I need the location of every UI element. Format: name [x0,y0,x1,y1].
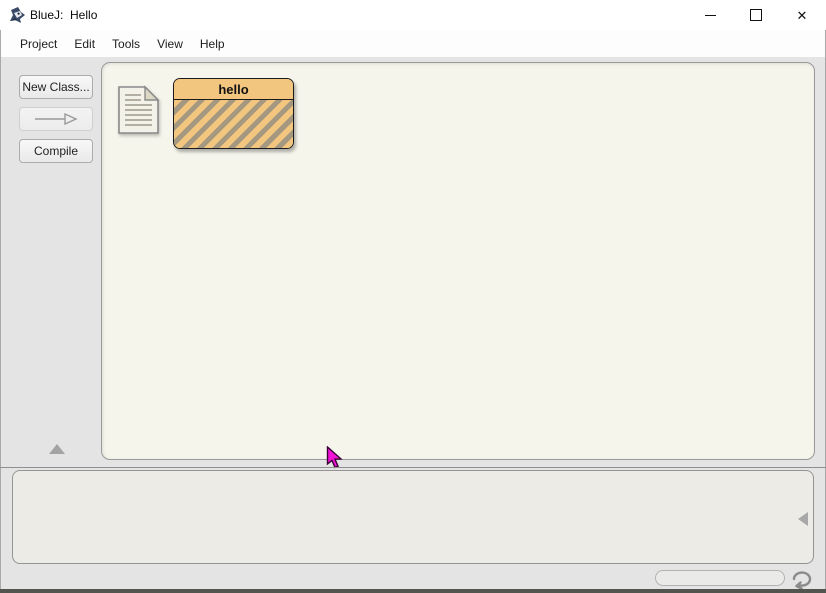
maximize-icon [750,9,762,21]
window-bottom-edge [0,589,826,593]
menu-item-tools[interactable]: Tools [104,32,148,56]
object-bench[interactable] [12,470,814,564]
maximize-button[interactable] [739,0,773,30]
readme-icon[interactable] [117,85,161,135]
panel-divider [0,467,826,468]
vm-reset-icon[interactable] [788,567,814,591]
minimize-button[interactable] [693,0,727,30]
uses-arrow-button[interactable] [19,107,93,131]
class-diagram-panel[interactable]: hello [101,62,815,460]
bluej-main-window: BlueJ: Hello ✕ Project Edit Tools View H… [0,0,826,593]
window-title: BlueJ: Hello [30,0,97,30]
compile-button[interactable]: Compile [19,139,93,163]
close-button[interactable]: ✕ [785,0,819,30]
menu-item-view[interactable]: View [149,32,191,56]
machine-activity-bar [655,570,785,586]
menu-item-help[interactable]: Help [192,32,233,56]
new-class-button[interactable]: New Class... [19,75,93,99]
bluej-logo-icon [9,6,27,24]
uses-arrow-icon [33,113,79,125]
class-uncompiled-stripes [174,100,293,148]
menu-item-edit[interactable]: Edit [66,32,103,56]
menu-item-project[interactable]: Project [12,32,65,56]
title-bar[interactable]: BlueJ: Hello ✕ [0,0,826,30]
expand-up-icon[interactable] [49,444,65,454]
codepad-expand-icon[interactable] [798,512,808,526]
class-name-label: hello [174,79,293,100]
menu-bar: Project Edit Tools View Help [1,30,825,57]
class-hello[interactable]: hello [173,78,294,149]
minimize-icon [705,15,716,16]
close-icon: ✕ [797,9,808,22]
